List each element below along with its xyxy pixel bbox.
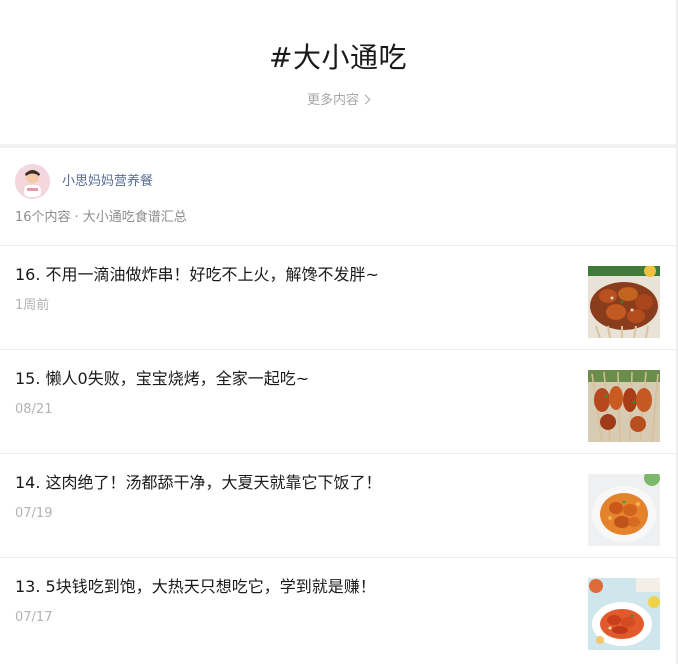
article-date: 08/21 [15, 402, 53, 417]
author-name[interactable]: 小思妈妈营养餐 [62, 172, 153, 192]
article-date: 1周前 [15, 298, 50, 313]
article-list: 16. 不用一滴油做炸串！好吃不上火，解馋不发胖~ 1周前 15. 懒人0失败，… [0, 246, 676, 661]
chevron-right-icon [360, 94, 371, 105]
author-block: 小思妈妈营养餐 16个内容 · 大小通吃食谱汇总 [0, 148, 676, 246]
avatar[interactable] [15, 164, 50, 199]
collection-name: 大小通吃食谱汇总 [82, 210, 187, 225]
more-content-link[interactable]: 更多内容 [0, 91, 676, 111]
article-thumbnail[interactable] [588, 266, 660, 338]
list-item[interactable]: 15. 懒人0失败，宝宝烧烤，全家一起吃~ 08/21 [0, 350, 676, 454]
article-title[interactable]: 15. 懒人0失败，宝宝烧烤，全家一起吃~ [15, 367, 570, 391]
article-thumbnail[interactable] [588, 474, 660, 546]
list-item[interactable]: 14. 这肉绝了！汤都舔干净，大夏天就靠它下饭了！ 07/19 [0, 454, 676, 558]
collection-meta: 16个内容 · 大小通吃食谱汇总 [15, 208, 187, 228]
page-title: #大小通吃 [269, 41, 407, 74]
list-item[interactable]: 13. 5块钱吃到饱，大热天只想吃它，学到就是赚！ 07/17 [0, 558, 676, 661]
list-item[interactable]: 16. 不用一滴油做炸串！好吃不上火，解馋不发胖~ 1周前 [0, 246, 676, 350]
collection-page: #大小通吃 更多内容 小思妈妈营养餐 16个内容 · 大小通吃食谱汇总 16. 不用… [0, 0, 678, 664]
article-title[interactable]: 13. 5块钱吃到饱，大热天只想吃它，学到就是赚！ [15, 575, 570, 599]
article-date: 07/19 [15, 506, 53, 521]
content-count: 16个内容 [15, 210, 71, 225]
meta-separator: · [74, 210, 79, 225]
collection-header: #大小通吃 更多内容 [0, 0, 676, 144]
more-content-label: 更多内容 [306, 93, 359, 108]
article-thumbnail[interactable] [588, 578, 660, 650]
article-title[interactable]: 16. 不用一滴油做炸串！好吃不上火，解馋不发胖~ [15, 263, 570, 287]
article-thumbnail[interactable] [588, 370, 660, 442]
article-date: 07/17 [15, 610, 53, 625]
article-title[interactable]: 14. 这肉绝了！汤都舔干净，大夏天就靠它下饭了！ [15, 471, 570, 495]
